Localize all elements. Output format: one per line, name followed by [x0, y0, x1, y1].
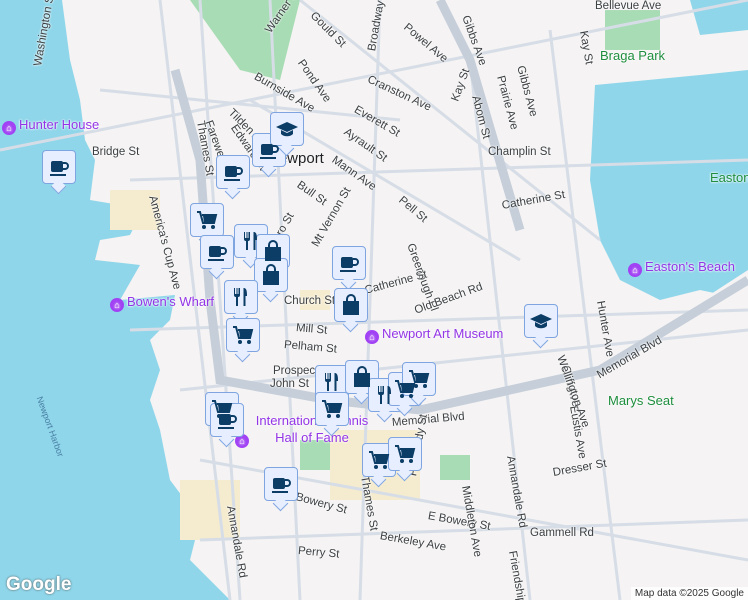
graduation-cap-icon [276, 122, 298, 137]
coffee-marker[interactable] [210, 403, 244, 437]
coffee-icon [50, 161, 69, 176]
poi-label[interactable]: ⌂ Bowen's Wharf [110, 294, 214, 312]
shopping-bag-icon [265, 240, 281, 261]
coffee-marker[interactable] [42, 150, 76, 184]
graduation-cap-icon [530, 314, 552, 329]
shopping-cart-marker[interactable] [226, 318, 260, 352]
shopping-bag-icon [343, 294, 359, 315]
poi-name: Hunter House [19, 117, 100, 132]
shopping-cart-marker[interactable] [315, 392, 349, 426]
restaurant-icon [325, 373, 338, 391]
poi-name: Bowen's Wharf [127, 294, 215, 309]
coffee-marker[interactable] [332, 246, 366, 280]
coffee-icon [340, 257, 359, 272]
poi-name: Marys Seat [608, 393, 674, 408]
poi-name: Easton [710, 170, 748, 185]
poi-label[interactable]: ⌂International Tennis Hall of Fame [235, 412, 372, 448]
poi-name: Newport Art Museum [382, 326, 504, 341]
street-label: Church St [284, 295, 336, 307]
graduation-cap-marker[interactable] [524, 304, 558, 338]
coffee-marker[interactable] [264, 467, 298, 501]
poi-label[interactable]: ⌂ Newport Art Museum [365, 326, 503, 344]
museum-icon: ⌂ [110, 298, 124, 312]
shopping-cart-icon [395, 445, 416, 463]
map-attribution[interactable]: Map data ©2025 Google [630, 587, 748, 600]
shopping-bag-icon [263, 264, 279, 285]
poi-label[interactable]: ⌂ Easton's Beach [628, 259, 735, 277]
coffee-icon [218, 414, 237, 429]
shopping-cart-icon [197, 211, 218, 229]
coffee-marker[interactable] [200, 235, 234, 269]
shopping-cart-icon [322, 400, 343, 418]
coffee-icon [272, 478, 291, 493]
restaurant-icon [244, 232, 257, 250]
coffee-icon [224, 166, 243, 181]
poi-label[interactable]: ⌂ Hunter House [2, 117, 99, 135]
shopping-cart-marker[interactable] [190, 203, 224, 237]
shopping-bag-marker[interactable] [254, 258, 288, 292]
shopping-bag-icon [354, 366, 370, 387]
map[interactable]: Washington St Bridge St America's Cup Ave T… [0, 0, 748, 600]
shopping-cart-marker[interactable] [362, 443, 396, 477]
street-label: Champlin St [488, 146, 551, 158]
museum-icon: ⌂ [365, 330, 379, 344]
shopping-cart-icon [233, 326, 254, 344]
poi-name: Braga Park [600, 48, 666, 63]
shopping-cart-icon [409, 370, 430, 388]
shopping-cart-icon [369, 451, 390, 469]
coffee-marker[interactable] [216, 155, 250, 189]
poi-label[interactable]: ⌂Braga Park [600, 48, 665, 63]
google-logo: Google [6, 574, 72, 595]
restaurant-icon [234, 288, 247, 306]
poi-label[interactable]: ⌂Easton [710, 170, 748, 185]
shopping-cart-marker[interactable] [388, 437, 422, 471]
shopping-cart-marker[interactable] [402, 362, 436, 396]
poi-label[interactable]: ⌂Marys Seat [608, 393, 674, 408]
museum-icon: ⌂ [2, 121, 16, 135]
graduation-cap-marker[interactable] [270, 112, 304, 146]
street-label: Gammell Rd [530, 527, 594, 539]
shopping-bag-marker[interactable] [334, 288, 368, 322]
street-label: Bridge St [92, 146, 140, 158]
street-label: Bellevue Ave [595, 0, 662, 12]
street-label: John St [270, 378, 309, 390]
restaurant-marker[interactable] [224, 280, 258, 314]
poi-name: Easton's Beach [645, 259, 735, 274]
coffee-icon [208, 246, 227, 261]
restaurant-marker[interactable] [315, 365, 349, 399]
museum-icon: ⌂ [628, 263, 642, 277]
coffee-icon [260, 144, 279, 159]
poi-name: International Tennis Hall of Fame [255, 413, 369, 445]
